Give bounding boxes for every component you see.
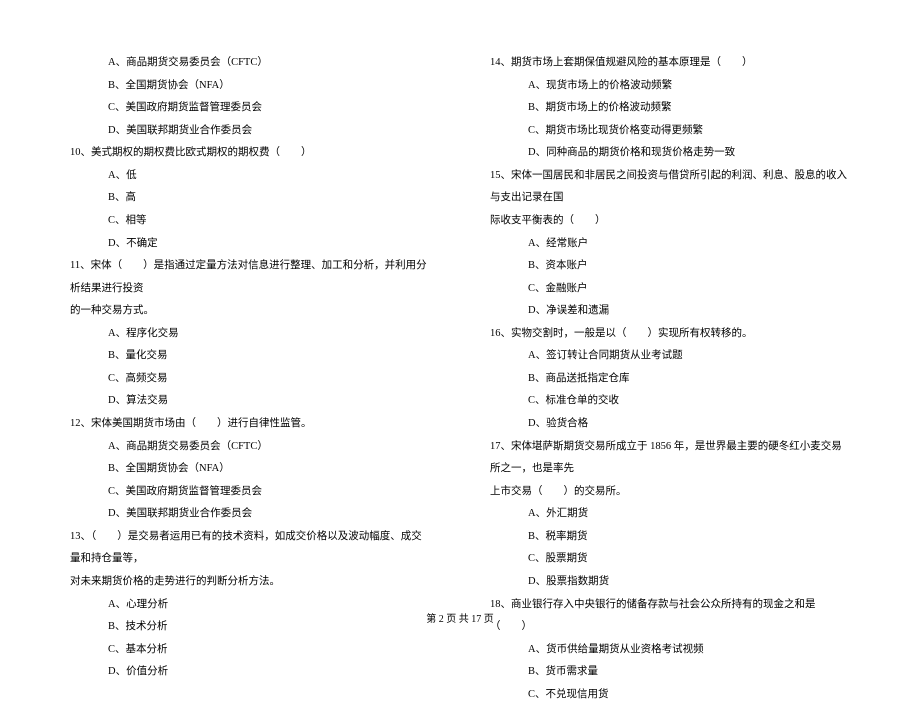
option-c: C、高频交易 [70,368,430,391]
question-17-cont: 上市交易（ ）的交易所。 [490,481,850,504]
option-c: C、金融账户 [490,278,850,301]
option-c: C、相等 [70,210,430,233]
question-17: 17、宋体堪萨斯期货交易所成立于 1856 年，是世界最主要的硬冬红小麦交易所之… [490,436,850,481]
option-b: B、资本账户 [490,255,850,278]
option-a: A、外汇期货 [490,503,850,526]
option-c: C、股票期货 [490,548,850,571]
option-a: A、低 [70,165,430,188]
question-15: 15、宋体一国居民和非居民之间投资与借贷所引起的利润、利息、股息的收入与支出记录… [490,165,850,210]
option-a: A、签订转让合同期货从业考试题 [490,345,850,368]
option-c: C、不兑现信用货 [490,684,850,706]
option-c: C、标准仓单的交收 [490,390,850,413]
question-12: 12、宋体美国期货市场由（ ）进行自律性监管。 [70,413,430,436]
option-a: A、商品期货交易委员会（CFTC） [70,436,430,459]
question-11: 11、宋体（ ）是指通过定量方法对信息进行整理、加工和分析，并利用分析结果进行投… [70,255,430,300]
question-13-cont: 对未来期货价格的走势进行的判断分析方法。 [70,571,430,594]
option-b: B、期货市场上的价格波动频繁 [490,97,850,120]
option-c: C、期货市场比现货价格变动得更频繁 [490,120,850,143]
option-a: A、程序化交易 [70,323,430,346]
option-d: D、净误差和遗漏 [490,300,850,323]
option-b: B、高 [70,187,430,210]
page-footer: 第 2 页 共 17 页 [0,610,920,625]
question-14: 14、期货市场上套期保值规避风险的基本原理是（ ） [490,52,850,75]
question-11-cont: 的一种交易方式。 [70,300,430,323]
option-d: D、不确定 [70,233,430,256]
option-b: B、商品送抵指定仓库 [490,368,850,391]
option-b: B、货币需求量 [490,661,850,684]
question-16: 16、实物交割时，一般是以（ ）实现所有权转移的。 [490,323,850,346]
option-c: C、美国政府期货监督管理委员会 [70,97,430,120]
option-a: A、经常账户 [490,233,850,256]
option-b: B、全国期货协会（NFA） [70,458,430,481]
option-b: B、税率期货 [490,526,850,549]
left-column: A、商品期货交易委员会（CFTC） B、全国期货协会（NFA） C、美国政府期货… [70,52,430,612]
option-d: D、验货合格 [490,413,850,436]
option-d: D、美国联邦期货业合作委员会 [70,503,430,526]
option-a: A、现货市场上的价格波动频繁 [490,75,850,98]
option-b: B、全国期货协会（NFA） [70,75,430,98]
option-d: D、同种商品的期货价格和现货价格走势一致 [490,142,850,165]
option-d: D、价值分析 [70,661,430,684]
question-15-cont: 际收支平衡表的（ ） [490,210,850,233]
option-c: C、美国政府期货监督管理委员会 [70,481,430,504]
question-10: 10、美式期权的期权费比欧式期权的期权费（ ） [70,142,430,165]
option-d: D、算法交易 [70,390,430,413]
option-b: B、量化交易 [70,345,430,368]
right-column: 14、期货市场上套期保值规避风险的基本原理是（ ） A、现货市场上的价格波动频繁… [490,52,850,612]
option-d: D、美国联邦期货业合作委员会 [70,120,430,143]
option-d: D、股票指数期货 [490,571,850,594]
option-a: A、商品期货交易委员会（CFTC） [70,52,430,75]
question-13: 13、（ ）是交易者运用已有的技术资料，如成交价格以及波动幅度、成交量和持仓量等… [70,526,430,571]
